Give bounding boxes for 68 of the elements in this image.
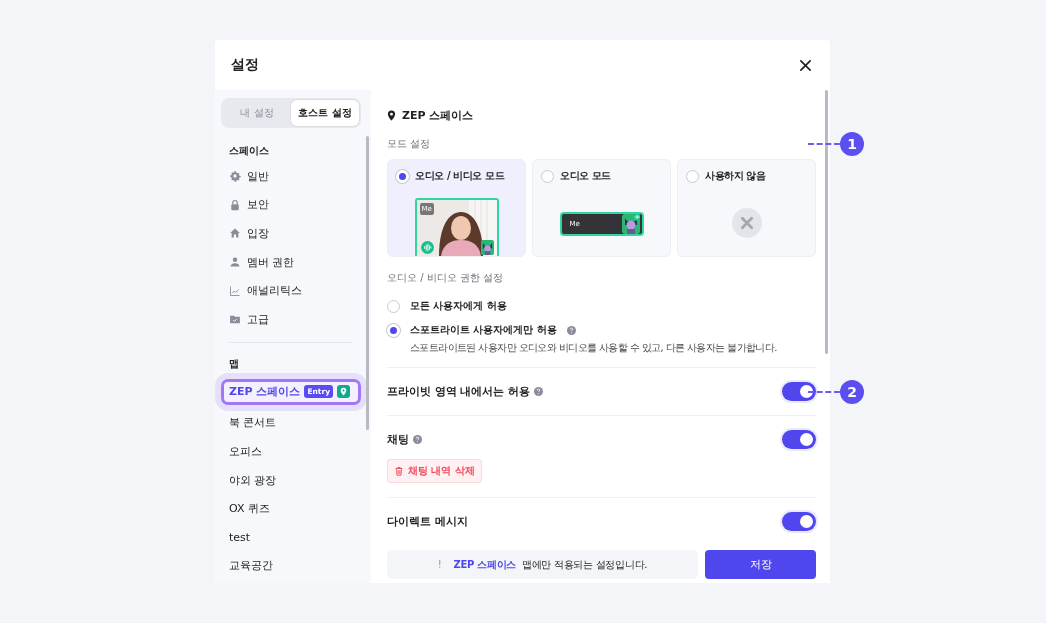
radio-button[interactable] (686, 169, 699, 183)
trash-icon (394, 466, 404, 476)
item-label: 오피스 (229, 443, 262, 459)
sidebar-item[interactable]: 북 콘서트 (221, 408, 361, 438)
disabled-x-icon (731, 208, 762, 238)
item-label: test (229, 530, 251, 544)
item-label: 북 콘서트 (229, 415, 277, 431)
sidebar-item[interactable]: 애널리틱스 (221, 276, 361, 305)
folder-icon (229, 313, 241, 326)
map-name: ZEP 스페이스 (453, 557, 517, 572)
item-label: ZEP 스페이스 (229, 384, 301, 400)
gear-icon (229, 170, 241, 183)
sidebar-item[interactable]: 보안 (221, 190, 361, 220)
setting-label: 프라이빗 영역 내에서는 허용 (387, 384, 530, 399)
step-marker: 2 (840, 379, 864, 404)
notice-icon: ! (437, 559, 442, 570)
sidebar-item[interactable]: test (221, 522, 361, 552)
option-label: 오디오 / 비디오 모드 (415, 169, 505, 183)
chart-icon (229, 284, 241, 297)
sidebar-item[interactable]: 일반 (221, 162, 361, 191)
item-label: 고급 (247, 311, 269, 327)
item-label: OX 퀴즈 (229, 501, 270, 517)
sidebar-item[interactable]: 야외 광장 (221, 465, 361, 495)
radio-button[interactable] (541, 169, 554, 183)
section-heading: 스페이스 (228, 144, 270, 158)
section-heading: 맵 (228, 356, 240, 371)
item-label: 일반 (247, 168, 269, 184)
setting-label: 다이렉트 메시지 (387, 514, 468, 529)
sidebar-item[interactable]: 입장 (221, 219, 361, 248)
pin-icon (387, 110, 396, 121)
item-label: 야외 광장 (229, 472, 277, 488)
option-label: 사용하지 않음 (705, 169, 766, 183)
section-title: ZEP 스페이스 (402, 108, 474, 123)
option-label: 모든 사용자에게 허용 (410, 299, 507, 313)
toggle-switch[interactable] (782, 512, 816, 531)
option-description: 스포트라이트된 사용자만 오디오와 비디오를 사용할 수 있고, 다른 사용자는 불가합니다. (409, 341, 778, 355)
option-label: 오디오 모드 (560, 169, 612, 183)
save-button[interactable]: 저장 (705, 550, 816, 579)
setting-label: 채팅 (387, 432, 409, 447)
scrollbar[interactable] (366, 136, 369, 430)
item-label: 입장 (247, 226, 269, 241)
item-label: 보안 (247, 197, 269, 213)
option-label: 스포트라이트 사용자에게만 허용 (410, 323, 557, 337)
toggle-switch[interactable] (782, 382, 816, 401)
field-label: 모드 설정 (387, 137, 431, 151)
sidebar-item[interactable]: 멤버 권한 (221, 247, 361, 277)
field-label: 오디오 / 비디오 권한 설정 (387, 271, 505, 285)
sidebar-item[interactable]: 고급 (221, 304, 361, 334)
avatar-icon (621, 214, 640, 234)
toggle-switch[interactable] (782, 430, 816, 449)
sidebar-item[interactable]: 교육공간 (221, 551, 361, 581)
sidebar-item[interactable]: 오피스 (221, 437, 361, 466)
mode-card[interactable]: 사용하지 않음 (677, 159, 816, 257)
home-icon (229, 227, 241, 240)
sound-wave-icon (420, 241, 434, 254)
close-icon (799, 58, 812, 72)
tab[interactable]: 호스트 설정 (291, 100, 359, 126)
sidebar-item[interactable]: OX 퀴즈 (221, 494, 361, 523)
radio-button[interactable] (387, 299, 400, 313)
notice-text: 맵에만 적용되는 설정입니다. (522, 557, 648, 572)
scrollbar[interactable] (825, 90, 828, 354)
dialog-title: 설정 (231, 56, 259, 74)
item-label: 애널리틱스 (247, 283, 302, 299)
item-label: 멤버 권한 (247, 254, 295, 270)
lock-icon (229, 198, 241, 211)
step-marker: 1 (840, 132, 864, 156)
person-icon (229, 256, 241, 269)
item-label: 교육공간 (229, 558, 273, 574)
